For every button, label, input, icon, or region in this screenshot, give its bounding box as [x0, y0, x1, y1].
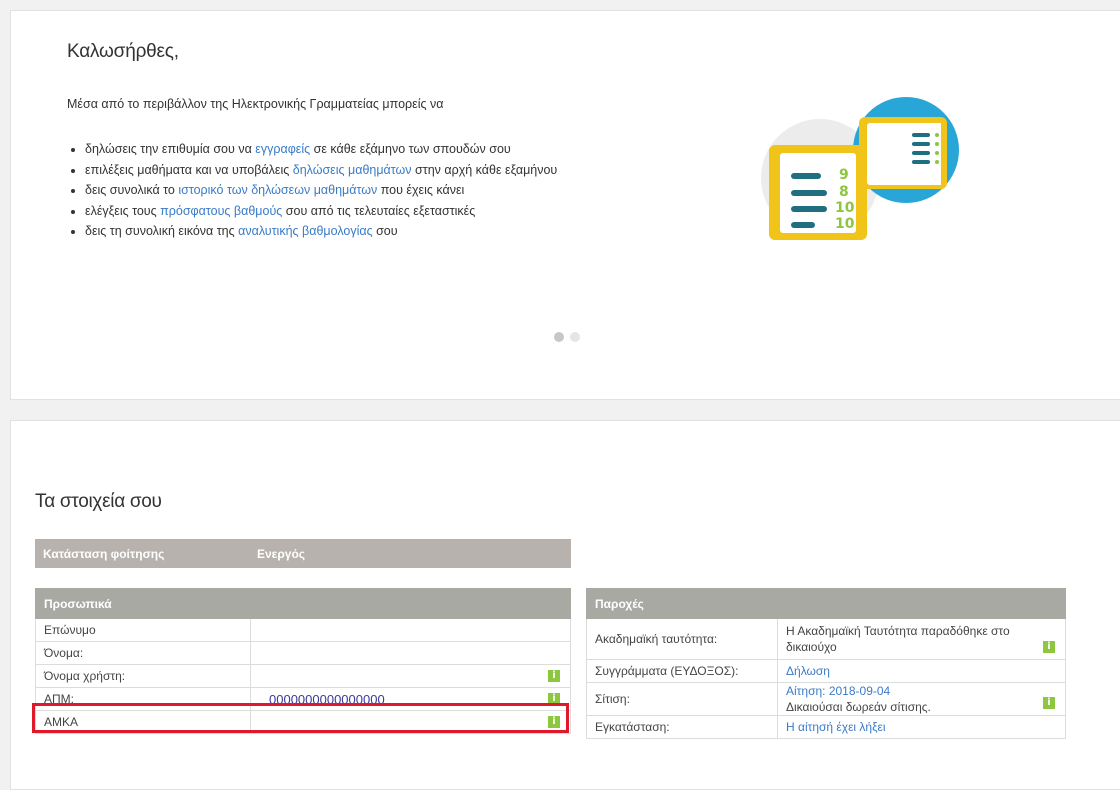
recent-grades-link[interactable]: πρόσφατους βαθμούς: [160, 204, 282, 218]
info-icon[interactable]: i: [1043, 697, 1055, 709]
meals-note: Δικαιούσαι δωρεάν σίτισης.: [786, 700, 931, 714]
table-row: Επώνυμο: [35, 618, 571, 642]
textbooks-value: Δήλωση: [777, 659, 1066, 683]
carousel-dot-1[interactable]: [554, 332, 564, 342]
grade-3: 10: [835, 200, 855, 216]
study-status-bar: Κατάσταση φοίτησης Ενεργός: [35, 539, 571, 568]
info-icon[interactable]: i: [548, 693, 560, 705]
feature-item-declaration-history: δεις συνολικά το ιστορικό των δηλώσεων μ…: [85, 180, 557, 201]
table-row: Ακαδημαϊκή ταυτότητα: Η Ακαδημαϊκή Ταυτό…: [586, 618, 1066, 660]
personal-info-table: Προσωπικά Επώνυμο Όνομα: Όνομα χρήστη: i…: [35, 588, 571, 734]
welcome-panel: Καλωσήρθες, Μέσα από το περιβάλλον της Η…: [10, 10, 1120, 400]
housing-link[interactable]: Η αίτησή έχει λήξει: [786, 720, 886, 734]
personal-header: Προσωπικά: [35, 588, 251, 619]
meals-label: Σίτιση:: [586, 682, 778, 716]
table-row: ΑΠΜ: 0000000000000000 i: [35, 687, 571, 711]
feature-item-course-declarations: επιλέξεις μαθήματα και να υποβάλεις δηλώ…: [85, 160, 557, 181]
academic-id-value: Η Ακαδημαϊκή Ταυτότητα παραδόθηκε στο δι…: [777, 618, 1066, 660]
username-value: i: [250, 664, 571, 688]
amka-label: ΑΜΚΑ: [35, 710, 251, 734]
surname-value: [250, 618, 571, 642]
housing-label: Εγκατάσταση:: [586, 715, 778, 739]
carousel-dots: [554, 332, 580, 342]
table-row: Εγκατάσταση: Η αίτησή έχει λήξει: [586, 715, 1066, 739]
amka-value: i: [250, 710, 571, 734]
info-icon[interactable]: i: [548, 716, 560, 728]
study-status-label: Κατάσταση φοίτησης: [43, 546, 165, 561]
benefits-header: Παροχές: [586, 588, 778, 619]
grade-4: 10: [835, 216, 855, 232]
textbooks-label: Συγγράμματα (ΕΥΔΟΞΟΣ):: [586, 659, 778, 683]
table-row: Όνομα χρήστη: i: [35, 664, 571, 688]
apm-value-cell: 0000000000000000 i: [250, 687, 571, 711]
table-row: Συγγράμματα (ΕΥΔΟΞΟΣ): Δήλωση: [586, 659, 1066, 683]
surname-label: Επώνυμο: [35, 618, 251, 642]
apm-value: 0000000000000000: [269, 691, 385, 707]
meals-value: Αίτηση: 2018-09-04 Δικαιούσαι δωρεάν σίτι…: [777, 682, 1066, 716]
detailed-grades-link[interactable]: αναλυτικής βαθμολογίας: [238, 224, 372, 238]
welcome-title: Καλωσήρθες,: [67, 41, 179, 62]
grades-illustration: 9 8 10 10: [761, 97, 959, 240]
first-name-label: Όνομα:: [35, 641, 251, 665]
course-declarations-link[interactable]: δηλώσεις μαθημάτων: [293, 163, 412, 177]
feature-item-recent-grades: ελέγξεις τους πρόσφατους βαθμούς σου από…: [85, 201, 557, 222]
welcome-intro: Μέσα από το περιβάλλον της Ηλεκτρονικής …: [67, 97, 444, 111]
housing-value: Η αίτησή έχει λήξει: [777, 715, 1066, 739]
student-info-panel: Τα στοιχεία σου Κατάσταση φοίτησης Ενεργ…: [10, 420, 1120, 790]
table-row: Όνομα:: [35, 641, 571, 665]
academic-id-label: Ακαδημαϊκή ταυτότητα:: [586, 618, 778, 660]
meals-application-link[interactable]: Αίτηση: 2018-09-04: [786, 684, 890, 698]
welcome-feature-list: δηλώσεις την επιθυμία σου να εγγραφείς σ…: [67, 139, 557, 242]
student-info-title: Τα στοιχεία σου: [35, 491, 162, 512]
textbooks-declaration-link[interactable]: Δήλωση: [786, 664, 830, 678]
feature-item-enroll: δηλώσεις την επιθυμία σου να εγγραφείς σ…: [85, 139, 557, 160]
enroll-link[interactable]: εγγραφείς: [255, 142, 310, 156]
grade-2: 8: [839, 184, 849, 200]
first-name-value: [250, 641, 571, 665]
carousel-dot-2[interactable]: [570, 332, 580, 342]
table-row: ΑΜΚΑ i: [35, 710, 571, 734]
study-status-value: Ενεργός: [257, 546, 306, 561]
feature-item-detailed-grades: δεις τη συνολική εικόνα της αναλυτικής β…: [85, 221, 557, 242]
info-icon[interactable]: i: [1043, 641, 1055, 653]
table-row: Σίτιση: Αίτηση: 2018-09-04 Δικαιούσαι δωρ…: [586, 682, 1066, 716]
grade-1: 9: [839, 167, 849, 183]
apm-label: ΑΠΜ:: [35, 687, 251, 711]
info-icon[interactable]: i: [548, 670, 560, 682]
declaration-history-link[interactable]: ιστορικό των δηλώσεων μαθημάτων: [178, 183, 377, 197]
benefits-table: Παροχές Ακαδημαϊκή ταυτότητα: Η Ακαδημαϊ…: [586, 588, 1066, 739]
username-label: Όνομα χρήστη:: [35, 664, 251, 688]
